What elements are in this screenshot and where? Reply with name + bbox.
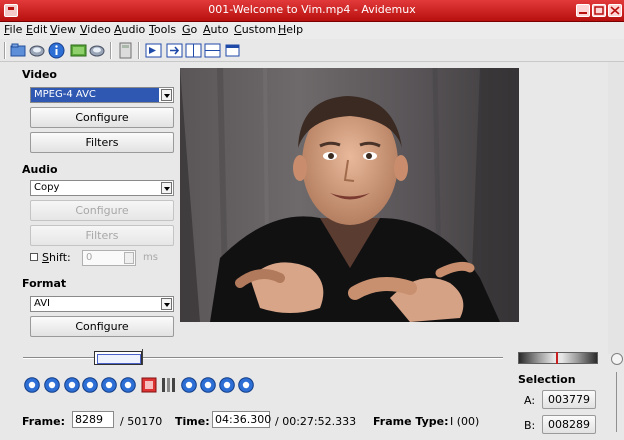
selection-b-label: B: xyxy=(524,419,536,432)
shift-label: Shift: xyxy=(42,251,71,264)
stacked-view-icon[interactable] xyxy=(204,42,221,59)
frame-label: Frame: xyxy=(22,415,65,428)
set-marker-b-icon[interactable] xyxy=(160,377,176,393)
save-icon[interactable] xyxy=(29,42,46,59)
timeline-slider-handle[interactable] xyxy=(94,351,142,365)
menu-view[interactable]: View xyxy=(50,23,76,36)
video-preview xyxy=(180,68,519,322)
frame-type-label: Frame Type: xyxy=(373,415,449,428)
menu-go[interactable]: Go xyxy=(182,23,197,36)
selection-a-button[interactable]: 003779 xyxy=(542,390,596,409)
audio-codec-value: Copy xyxy=(34,182,60,193)
menu-tools[interactable]: Tools xyxy=(149,23,176,36)
menu-help[interactable]: Help xyxy=(278,23,303,36)
audio-configure-button[interactable]: Configure xyxy=(30,200,174,221)
audio-shift-row: Shift: 0 ms xyxy=(30,250,174,266)
format-value: AVI xyxy=(34,298,50,309)
audio-codec-select[interactable]: Copy xyxy=(30,180,174,196)
menu-bar: File Edit View Video Audio Tools Go Auto… xyxy=(0,22,624,39)
jog-knob-icon[interactable] xyxy=(611,353,623,365)
frame-total: / 50170 xyxy=(120,415,163,428)
open-icon[interactable] xyxy=(10,42,27,59)
selection-b-button[interactable]: 008289 xyxy=(542,415,596,434)
window-icon[interactable] xyxy=(224,42,241,59)
play-filtered-icon[interactable] xyxy=(145,42,162,59)
volume-level-marker xyxy=(556,352,558,364)
audio-section-label: Audio xyxy=(22,163,58,176)
video-frame-image xyxy=(180,68,519,322)
format-configure-button[interactable]: Configure xyxy=(30,316,174,337)
video-codec-value: MPEG-4 AVC xyxy=(31,88,159,102)
shift-value: 0 xyxy=(86,252,93,263)
timeline-marker xyxy=(142,349,143,365)
time-label: Time: xyxy=(175,415,210,428)
next-frame-icon[interactable] xyxy=(82,377,98,393)
shift-spinbox[interactable]: 0 xyxy=(82,250,136,266)
menu-custom[interactable]: Custom xyxy=(234,23,276,36)
shift-checkbox[interactable] xyxy=(30,253,38,261)
next-keyframe-icon[interactable] xyxy=(120,377,136,393)
title-bar: 001-Welcome to Vim.mp4 - Avidemux xyxy=(0,0,624,22)
menu-file[interactable]: File xyxy=(4,23,22,36)
info-icon[interactable] xyxy=(48,42,65,59)
output-preview-icon[interactable] xyxy=(166,42,183,59)
goto-first-frame-icon[interactable] xyxy=(219,377,235,393)
stop-icon[interactable] xyxy=(44,377,60,393)
minimize-icon[interactable] xyxy=(576,4,590,17)
toolbar-separator xyxy=(110,42,112,59)
chevron-down-icon xyxy=(161,298,172,310)
audio-filters-button[interactable]: Filters xyxy=(30,225,174,246)
toolbar-separator xyxy=(138,42,140,59)
previous-black-frame-icon[interactable] xyxy=(181,377,197,393)
video-filters-button[interactable]: Filters xyxy=(30,132,174,153)
video-section-label: Video xyxy=(22,68,57,81)
save-video-icon[interactable] xyxy=(70,42,87,59)
frame-type-value: I (00) xyxy=(450,415,480,428)
chevron-down-icon xyxy=(161,89,172,101)
toolbar-grip xyxy=(4,42,6,59)
maximize-icon[interactable] xyxy=(592,4,606,17)
menu-auto[interactable]: Auto xyxy=(203,23,229,36)
video-codec-select[interactable]: MPEG-4 AVC xyxy=(30,87,174,103)
next-black-frame-icon[interactable] xyxy=(200,377,216,393)
time-total: / 00:27:52.333 xyxy=(275,415,357,428)
menu-audio[interactable]: Audio xyxy=(114,23,145,36)
video-configure-button[interactable]: Configure xyxy=(30,107,174,128)
close-icon[interactable] xyxy=(608,4,622,17)
right-panel xyxy=(608,62,624,354)
toolbar xyxy=(0,39,624,62)
selection-label: Selection xyxy=(518,373,576,386)
selection-a-label: A: xyxy=(524,394,536,407)
previous-frame-icon[interactable] xyxy=(64,377,80,393)
shift-unit: ms xyxy=(143,252,158,263)
spin-buttons-icon[interactable] xyxy=(124,252,134,264)
format-section-label: Format xyxy=(22,277,67,290)
window-title: 001-Welcome to Vim.mp4 - Avidemux xyxy=(208,3,416,16)
volume-slider[interactable] xyxy=(616,372,617,432)
save-audio-icon[interactable] xyxy=(89,42,106,59)
side-by-side-icon[interactable] xyxy=(185,42,202,59)
volume-meter xyxy=(518,352,598,364)
time-input[interactable]: 04:36.300 xyxy=(212,411,271,428)
previous-keyframe-icon[interactable] xyxy=(101,377,117,393)
frame-input[interactable]: 8289 xyxy=(72,411,114,428)
play-icon[interactable] xyxy=(24,377,40,393)
menu-video[interactable]: Video xyxy=(80,23,111,36)
set-marker-a-icon[interactable] xyxy=(141,377,157,393)
goto-last-frame-icon[interactable] xyxy=(238,377,254,393)
chevron-down-icon xyxy=(161,182,172,194)
format-select[interactable]: AVI xyxy=(30,296,174,312)
calculator-icon[interactable] xyxy=(117,42,134,59)
menu-edit[interactable]: Edit xyxy=(26,23,47,36)
